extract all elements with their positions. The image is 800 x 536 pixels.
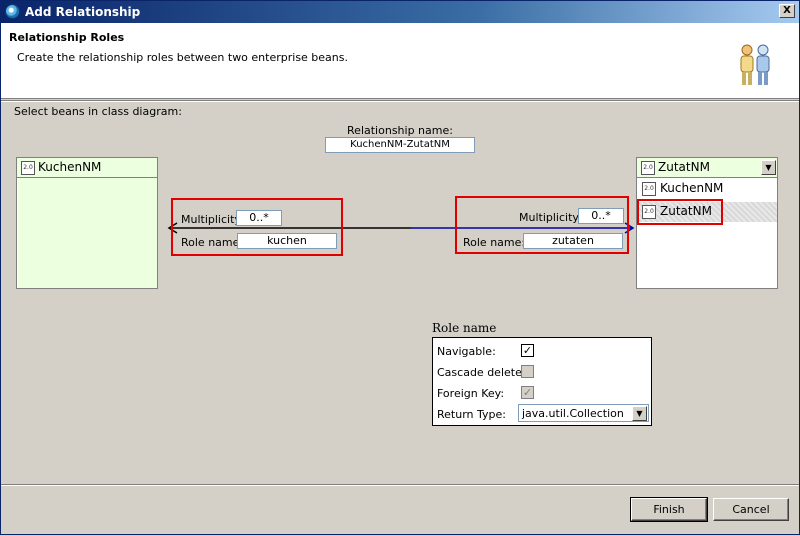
chevron-down-icon[interactable]: ▼ <box>761 160 776 175</box>
select-beans-label: Select beans in class diagram: <box>14 105 182 118</box>
left-role-panel: Multiplicity: 0..* Role name: kuchen <box>171 198 343 256</box>
return-type-value: java.util.Collection <box>522 407 624 420</box>
left-rolename-input[interactable]: kuchen <box>237 233 337 249</box>
add-relationship-dialog: Add Relationship X Relationship Roles Cr… <box>0 0 800 535</box>
dropdown-option-label: KuchenNM <box>660 181 724 195</box>
highlight-box-zutatnm <box>637 199 723 225</box>
left-rolename-label: Role name: <box>181 236 244 249</box>
footer-separator <box>1 484 799 486</box>
cascade-delete-label: Cascade delete: <box>437 366 526 379</box>
left-multiplicity-input[interactable]: 0..* <box>236 210 282 226</box>
page-title: Relationship Roles <box>9 31 125 44</box>
right-rolename-input[interactable]: zutaten <box>523 233 623 249</box>
dropdown-option-kuchennm[interactable]: KuchenNM <box>637 179 777 199</box>
right-role-panel: Multiplicity: 0..* Role name: zutaten <box>455 196 629 254</box>
left-multiplicity-label: Multiplicity: <box>181 213 244 226</box>
left-bean-name: KuchenNM <box>38 160 102 174</box>
right-bean-selected: ZutatNM <box>658 160 710 174</box>
navigable-label: Navigable: <box>437 345 496 358</box>
foreign-key-label: Foreign Key: <box>437 387 505 400</box>
ejb-icon <box>21 161 35 175</box>
return-type-label: Return Type: <box>437 408 506 421</box>
right-bean-combo[interactable]: ZutatNM ▼ <box>637 158 777 178</box>
chevron-down-icon[interactable]: ▼ <box>632 406 647 421</box>
cascade-delete-checkbox[interactable] <box>521 365 534 378</box>
ejb-icon <box>642 182 656 196</box>
window-title: Add Relationship <box>25 5 141 19</box>
return-type-select[interactable]: java.util.Collection ▼ <box>518 404 649 422</box>
finish-button[interactable]: Finish <box>630 497 708 522</box>
right-multiplicity-input[interactable]: 0..* <box>578 208 624 224</box>
right-multiplicity-label: Multiplicity: <box>519 211 582 224</box>
app-icon <box>5 4 20 19</box>
right-rolename-label: Role name: <box>463 236 526 249</box>
close-button[interactable]: X <box>779 4 795 18</box>
left-bean-header: KuchenNM <box>17 158 157 178</box>
header-separator <box>1 100 799 102</box>
foreign-key-checkbox[interactable]: ✓ <box>521 386 534 399</box>
role-properties-panel: Navigable: ✓ Cascade delete: Foreign Key… <box>432 337 652 426</box>
ejb-icon <box>641 161 655 175</box>
page-description: Create the relationship roles between tw… <box>17 51 348 64</box>
role-properties-title: Role name <box>432 321 497 335</box>
left-bean-box[interactable]: KuchenNM <box>16 157 158 289</box>
cancel-button[interactable]: Cancel <box>713 498 789 521</box>
navigable-checkbox[interactable]: ✓ <box>521 344 534 357</box>
people-icon <box>740 44 770 85</box>
relationship-name-label: Relationship name: <box>347 124 453 137</box>
relationship-name-input[interactable]: KuchenNM-ZutatNM <box>325 137 475 153</box>
title-bar[interactable]: Add Relationship X <box>1 1 799 23</box>
wizard-header: Relationship Roles Create the relationsh… <box>1 23 799 99</box>
